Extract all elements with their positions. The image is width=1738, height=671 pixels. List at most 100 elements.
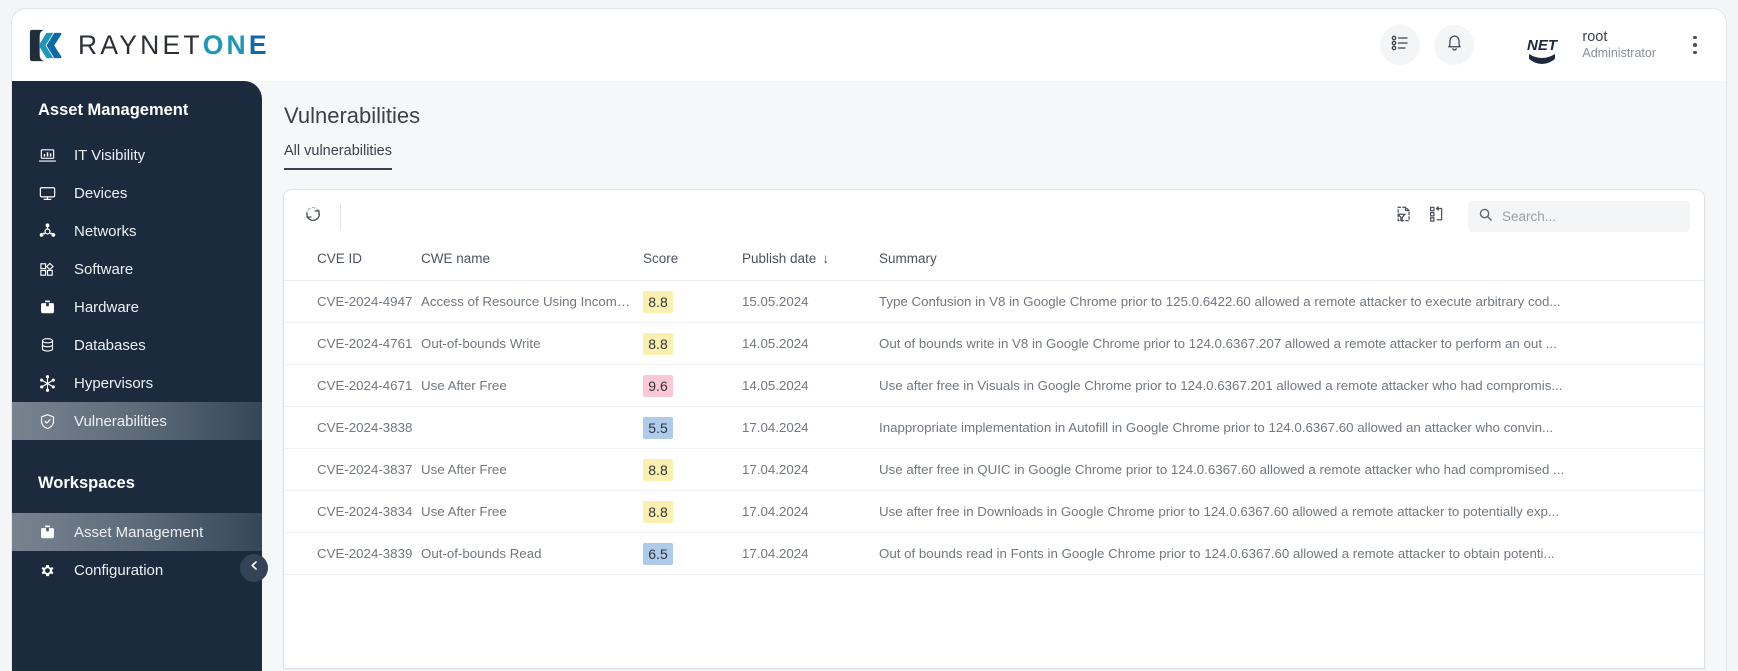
column-header-cve-id[interactable]: CVE ID bbox=[284, 243, 421, 281]
brand-name-raynet: RAYNET bbox=[78, 29, 203, 60]
cell-cwe-name: Out-of-bounds Write bbox=[421, 322, 643, 365]
column-layout-button[interactable] bbox=[1420, 200, 1454, 234]
sidebar-workspace-asset-management[interactable]: Asset Management bbox=[12, 513, 262, 551]
table-row[interactable]: CVE-2024-3839 Out-of-bounds Read 6.5 17.04.… bbox=[284, 532, 1704, 575]
sidebar-item-hardware[interactable]: Hardware bbox=[12, 288, 262, 326]
list-settings-icon bbox=[1390, 33, 1410, 58]
cell-publish-date: 17.04.2024 bbox=[742, 532, 879, 575]
cell-cwe-name: Access of Resource Using Incompati... bbox=[421, 280, 643, 323]
monitor-icon bbox=[38, 184, 57, 203]
shield-check-icon bbox=[38, 412, 57, 431]
sidebar-section-title: Asset Management bbox=[38, 101, 189, 119]
cell-summary: Type Confusion in V8 in Google Chrome pr… bbox=[879, 280, 1704, 323]
cell-summary: Use after free in Downloads in Google Ch… bbox=[879, 490, 1704, 533]
shapes-icon bbox=[38, 260, 57, 279]
sidebar-item-devices[interactable]: Devices bbox=[12, 174, 262, 212]
column-label: Publish date bbox=[742, 251, 817, 266]
score-badge: 8.8 bbox=[643, 458, 673, 481]
cell-publish-date: 17.04.2024 bbox=[742, 490, 879, 533]
cell-cwe-name: Use After Free bbox=[421, 490, 643, 533]
column-label: CVE ID bbox=[317, 251, 363, 266]
cell-cve-id: CVE-2024-3838 bbox=[284, 406, 421, 449]
top-header-bar: RAYNETONE NET root Administrator bbox=[12, 9, 1726, 81]
cell-score: 6.5 bbox=[643, 532, 742, 575]
sidebar-item-label: Hardware bbox=[74, 298, 140, 316]
tab-all-vulnerabilities[interactable]: All vulnerabilities bbox=[284, 143, 392, 170]
user-avatar[interactable]: NET bbox=[1522, 25, 1563, 65]
sidebar-item-software[interactable]: Software bbox=[12, 250, 262, 288]
cell-summary: Use after free in Visuals in Google Chro… bbox=[879, 364, 1704, 407]
table-row[interactable]: CVE-2024-4761 Out-of-bounds Write 8.8 14.05… bbox=[284, 322, 1704, 365]
table-body: CVE-2024-4947 Access of Resource Using In… bbox=[284, 280, 1704, 575]
table-row[interactable]: CVE-2024-4947 Access of Resource Using In… bbox=[284, 280, 1704, 323]
list-settings-button[interactable] bbox=[1380, 25, 1421, 65]
cell-cve-id: CVE-2024-4761 bbox=[284, 322, 421, 365]
cell-score: 5.5 bbox=[643, 406, 742, 449]
cell-publish-date: 15.05.2024 bbox=[742, 280, 879, 323]
table-row[interactable]: CVE-2024-3837 Use After Free 8.8 17.04.2024… bbox=[284, 448, 1704, 491]
sidebar-item-vulnerabilities[interactable]: Vulnerabilities bbox=[12, 402, 262, 440]
search-box[interactable] bbox=[1468, 201, 1690, 232]
score-badge: 8.8 bbox=[643, 332, 673, 355]
column-header-cwe-name[interactable]: CWE name bbox=[421, 243, 643, 281]
sidebar-collapse-button[interactable] bbox=[240, 554, 268, 582]
more-vertical-icon-dot bbox=[1693, 35, 1697, 40]
user-role: Administrator bbox=[1582, 46, 1656, 61]
cell-cve-id: CVE-2024-4671 bbox=[284, 364, 421, 407]
column-layout-icon bbox=[1426, 203, 1448, 230]
vulnerabilities-table: CVE ID CWE name Score Publish date ↓ Summ… bbox=[284, 243, 1704, 575]
more-vertical-icon-dot bbox=[1693, 43, 1697, 47]
tab-bar: All vulnerabilities bbox=[284, 143, 1704, 170]
sidebar-item-label: Software bbox=[74, 260, 134, 278]
briefcase-icon bbox=[38, 523, 57, 542]
sidebar-item-label: IT Visibility bbox=[74, 146, 146, 164]
cell-summary: Use after free in QUIC in Google Chrome … bbox=[879, 448, 1704, 491]
table-row[interactable]: CVE-2024-3838 5.5 17.04.2024 Inappropriate … bbox=[284, 406, 1704, 449]
table-row[interactable]: CVE-2024-3834 Use After Free 8.8 17.04.2024… bbox=[284, 490, 1704, 533]
sort-descending-icon: ↓ bbox=[822, 251, 830, 266]
tab-label: All vulnerabilities bbox=[284, 143, 392, 159]
table-header-row: CVE ID CWE name Score Publish date ↓ Summ… bbox=[284, 243, 1704, 281]
column-header-publish-date[interactable]: Publish date ↓ bbox=[742, 243, 879, 281]
cell-cwe-name: Out-of-bounds Read bbox=[421, 532, 643, 575]
cell-cwe-name bbox=[421, 406, 643, 449]
column-label: Score bbox=[643, 251, 679, 266]
cell-cve-id: CVE-2024-3837 bbox=[284, 448, 421, 491]
search-input[interactable] bbox=[1502, 209, 1680, 224]
cell-score: 8.8 bbox=[643, 322, 742, 365]
filter-document-button[interactable] bbox=[1386, 200, 1420, 234]
more-options-button[interactable] bbox=[1682, 28, 1708, 62]
table-row[interactable]: CVE-2024-4671 Use After Free 9.6 14.05.2024… bbox=[284, 364, 1704, 407]
sidebar-item-databases[interactable]: Databases bbox=[12, 326, 262, 364]
refresh-button[interactable] bbox=[296, 200, 330, 234]
database-icon bbox=[38, 336, 57, 355]
brand-name-on: ON bbox=[202, 29, 249, 60]
chevron-left-icon bbox=[248, 559, 261, 577]
sidebar-workspace-label: Asset Management bbox=[74, 523, 204, 541]
score-badge: 6.5 bbox=[643, 542, 673, 565]
sidebar-workspace-configuration[interactable]: Configuration bbox=[12, 551, 262, 589]
notifications-button[interactable] bbox=[1434, 25, 1475, 65]
cell-publish-date: 14.05.2024 bbox=[742, 364, 879, 407]
cell-publish-date: 14.05.2024 bbox=[742, 322, 879, 365]
score-badge: 8.8 bbox=[643, 290, 673, 313]
column-header-score[interactable]: Score bbox=[643, 243, 742, 281]
column-header-summary[interactable]: Summary bbox=[879, 243, 1704, 281]
score-badge: 5.5 bbox=[643, 416, 673, 439]
toolbar-divider bbox=[340, 203, 341, 230]
cell-publish-date: 17.04.2024 bbox=[742, 406, 879, 449]
header-actions: NET root Administrator bbox=[1380, 25, 1726, 65]
brand-logo[interactable]: RAYNETONE bbox=[26, 26, 270, 65]
column-label: Summary bbox=[879, 251, 937, 266]
sidebar-item-it-visibility[interactable]: IT Visibility bbox=[12, 136, 262, 174]
refresh-icon bbox=[302, 203, 324, 230]
gear-icon bbox=[38, 561, 57, 580]
sidebar-item-hypervisors[interactable]: Hypervisors bbox=[12, 364, 262, 402]
score-badge: 9.6 bbox=[643, 374, 673, 397]
sidebar-item-networks[interactable]: Networks bbox=[12, 212, 262, 250]
vulnerabilities-card: CVE ID CWE name Score Publish date ↓ Summ… bbox=[284, 190, 1704, 668]
sidebar-item-label: Networks bbox=[74, 222, 137, 240]
cell-summary: Out of bounds read in Fonts in Google Ch… bbox=[879, 532, 1704, 575]
application-root: RAYNETONE NET root Administrator Asset M… bbox=[0, 0, 1738, 671]
user-info[interactable]: root Administrator bbox=[1582, 29, 1656, 60]
